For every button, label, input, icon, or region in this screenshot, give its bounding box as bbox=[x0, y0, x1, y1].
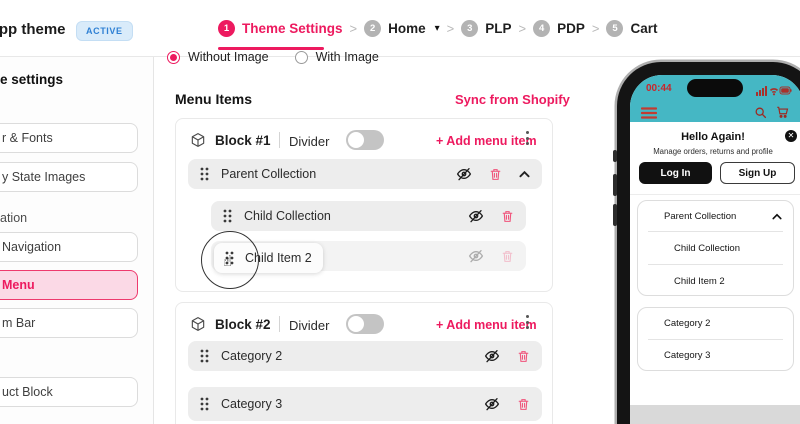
preview-bottom-bar bbox=[630, 405, 800, 424]
hand-cursor-icon: ☝ bbox=[223, 252, 233, 270]
hide-eye-icon[interactable] bbox=[468, 208, 484, 224]
chevron-up-icon[interactable] bbox=[772, 212, 782, 223]
preview-item-category-2[interactable]: Category 2 bbox=[638, 308, 793, 339]
greeting-title: Hello Again! bbox=[681, 131, 745, 143]
section-divider bbox=[630, 194, 800, 195]
sync-from-shopify-link[interactable]: Sync from Shopify bbox=[455, 92, 570, 107]
divider-line bbox=[279, 316, 280, 332]
breadcrumb-cart[interactable]: 5 Cart bbox=[606, 19, 658, 37]
radio-with-image[interactable]: With Image bbox=[294, 50, 379, 64]
cart-icon[interactable] bbox=[775, 105, 790, 124]
trash-icon[interactable] bbox=[517, 397, 530, 412]
block-name: Block #1 bbox=[215, 133, 271, 148]
menu-row-parent-collection[interactable]: Parent Collection bbox=[188, 159, 542, 189]
breadcrumb-home[interactable]: 2 Home ▾ bbox=[364, 19, 440, 37]
caret-down-icon[interactable]: ▾ bbox=[435, 23, 440, 34]
sidebar-item-fonts[interactable]: r & Fonts bbox=[0, 123, 138, 153]
preview-item-child-item-2[interactable]: Child Item 2 bbox=[638, 265, 793, 297]
hide-eye-icon[interactable] bbox=[468, 248, 484, 264]
block-cube-icon bbox=[190, 132, 206, 153]
phone-preview: 00:44 Hello Again! ✕ Manage orders, retu… bbox=[613, 62, 800, 424]
login-button[interactable]: Log In bbox=[639, 162, 712, 184]
radio-unselected-icon bbox=[294, 50, 308, 64]
chevron-up-icon[interactable] bbox=[519, 170, 530, 178]
top-bar: App theme ACTIVE 1 Theme Settings > 2 Ho… bbox=[0, 0, 800, 57]
step-number: 3 bbox=[461, 19, 479, 37]
sidebar-item-navigation[interactable]: Navigation bbox=[0, 232, 138, 262]
phone-volume-down-button bbox=[613, 204, 617, 226]
preview-item-parent-collection[interactable]: Parent Collection bbox=[638, 201, 793, 231]
status-time: 00:44 bbox=[646, 83, 672, 94]
search-icon[interactable] bbox=[754, 106, 767, 124]
sidebar-item-bottom-bar[interactable]: m Bar bbox=[0, 308, 138, 338]
signup-button[interactable]: Sign Up bbox=[720, 162, 795, 184]
divider-line bbox=[279, 132, 280, 148]
hide-eye-icon[interactable] bbox=[456, 166, 472, 182]
block-name: Block #2 bbox=[215, 317, 271, 332]
preview-menu-group-2: Category 2 Category 3 bbox=[637, 307, 794, 371]
trash-icon[interactable] bbox=[501, 209, 514, 224]
menu-row-category-3[interactable]: Category 3 bbox=[188, 387, 542, 421]
preview-item-child-collection[interactable]: Child Collection bbox=[638, 232, 793, 264]
drag-handle-icon[interactable] bbox=[200, 349, 209, 363]
kebab-menu-icon[interactable] bbox=[520, 131, 534, 149]
divider-toggle[interactable] bbox=[346, 130, 384, 150]
divider-toggle[interactable] bbox=[346, 314, 384, 334]
drag-handle-icon[interactable] bbox=[200, 397, 209, 411]
radio-without-image[interactable]: Without Image bbox=[167, 50, 269, 64]
dynamic-island bbox=[687, 79, 743, 97]
menu-block-2: Block #2 Divider + Add menu item Categor… bbox=[175, 302, 553, 424]
trash-icon[interactable] bbox=[517, 349, 530, 364]
status-badge: ACTIVE bbox=[76, 21, 133, 41]
sidebar-heading: e settings bbox=[0, 72, 64, 87]
sidebar-item-product-block[interactable]: uct Block bbox=[0, 377, 138, 407]
phone-screen: 00:44 Hello Again! ✕ Manage orders, retu… bbox=[630, 75, 800, 424]
menu-row-child-collection[interactable]: Child Collection bbox=[211, 201, 526, 231]
breadcrumb-pdp[interactable]: 4 PDP bbox=[533, 19, 585, 37]
auth-buttons: Log In Sign Up bbox=[639, 162, 795, 184]
preview-item-category-3[interactable]: Category 3 bbox=[638, 340, 793, 371]
step-number: 2 bbox=[364, 19, 382, 37]
block-header: Block #1 Divider + Add menu item bbox=[176, 119, 552, 159]
breadcrumb-theme-settings[interactable]: 1 Theme Settings bbox=[218, 19, 343, 37]
block-cube-icon bbox=[190, 316, 206, 337]
section-title: Menu Items bbox=[175, 91, 253, 107]
drag-handle-icon[interactable] bbox=[200, 167, 209, 181]
chevron-right-separator: > bbox=[591, 20, 600, 36]
image-mode-radio-group: Without Image With Image bbox=[167, 50, 379, 64]
hamburger-menu-icon[interactable] bbox=[640, 106, 658, 124]
hide-eye-icon[interactable] bbox=[484, 348, 500, 364]
menu-row-category-2[interactable]: Category 2 bbox=[188, 341, 542, 371]
chevron-right-separator: > bbox=[349, 20, 358, 36]
drag-handle-icon[interactable] bbox=[223, 209, 232, 223]
close-icon[interactable]: ✕ bbox=[785, 130, 797, 142]
breadcrumb-plp[interactable]: 3 PLP bbox=[461, 19, 512, 37]
sidebar-item-menu[interactable]: Menu bbox=[0, 270, 138, 300]
chevron-right-separator: > bbox=[518, 20, 527, 36]
preview-menu-group-1: Parent Collection Child Collection Child… bbox=[637, 200, 794, 296]
trash-icon[interactable] bbox=[489, 167, 502, 182]
status-icons bbox=[756, 83, 792, 101]
menu-block-1: Block #1 Divider + Add menu item Parent … bbox=[175, 118, 553, 292]
step-number: 1 bbox=[218, 19, 235, 37]
phone-mute-button bbox=[613, 150, 617, 162]
settings-sidebar: e settings r & Fonts y State Images atio… bbox=[0, 57, 154, 424]
step-number: 4 bbox=[533, 19, 551, 37]
app-theme-editor: App theme ACTIVE 1 Theme Settings > 2 Ho… bbox=[0, 0, 800, 424]
chevron-right-separator: > bbox=[446, 20, 455, 36]
step-number: 5 bbox=[606, 19, 624, 37]
hide-eye-icon[interactable] bbox=[484, 396, 500, 412]
divider-toggle-label: Divider bbox=[289, 318, 330, 333]
divider-toggle-label: Divider bbox=[289, 134, 330, 149]
sidebar-section-navigation: ation bbox=[0, 211, 28, 225]
app-title: App theme bbox=[0, 21, 66, 38]
phone-volume-up-button bbox=[613, 174, 617, 196]
radio-selected-icon bbox=[167, 50, 180, 64]
trash-icon[interactable] bbox=[501, 249, 514, 264]
block-header: Block #2 Divider + Add menu item bbox=[176, 303, 552, 343]
sidebar-item-empty-state-images[interactable]: y State Images bbox=[0, 162, 138, 192]
greeting-subtitle: Manage orders, returns and profile bbox=[653, 147, 773, 156]
kebab-menu-icon[interactable] bbox=[520, 315, 534, 333]
